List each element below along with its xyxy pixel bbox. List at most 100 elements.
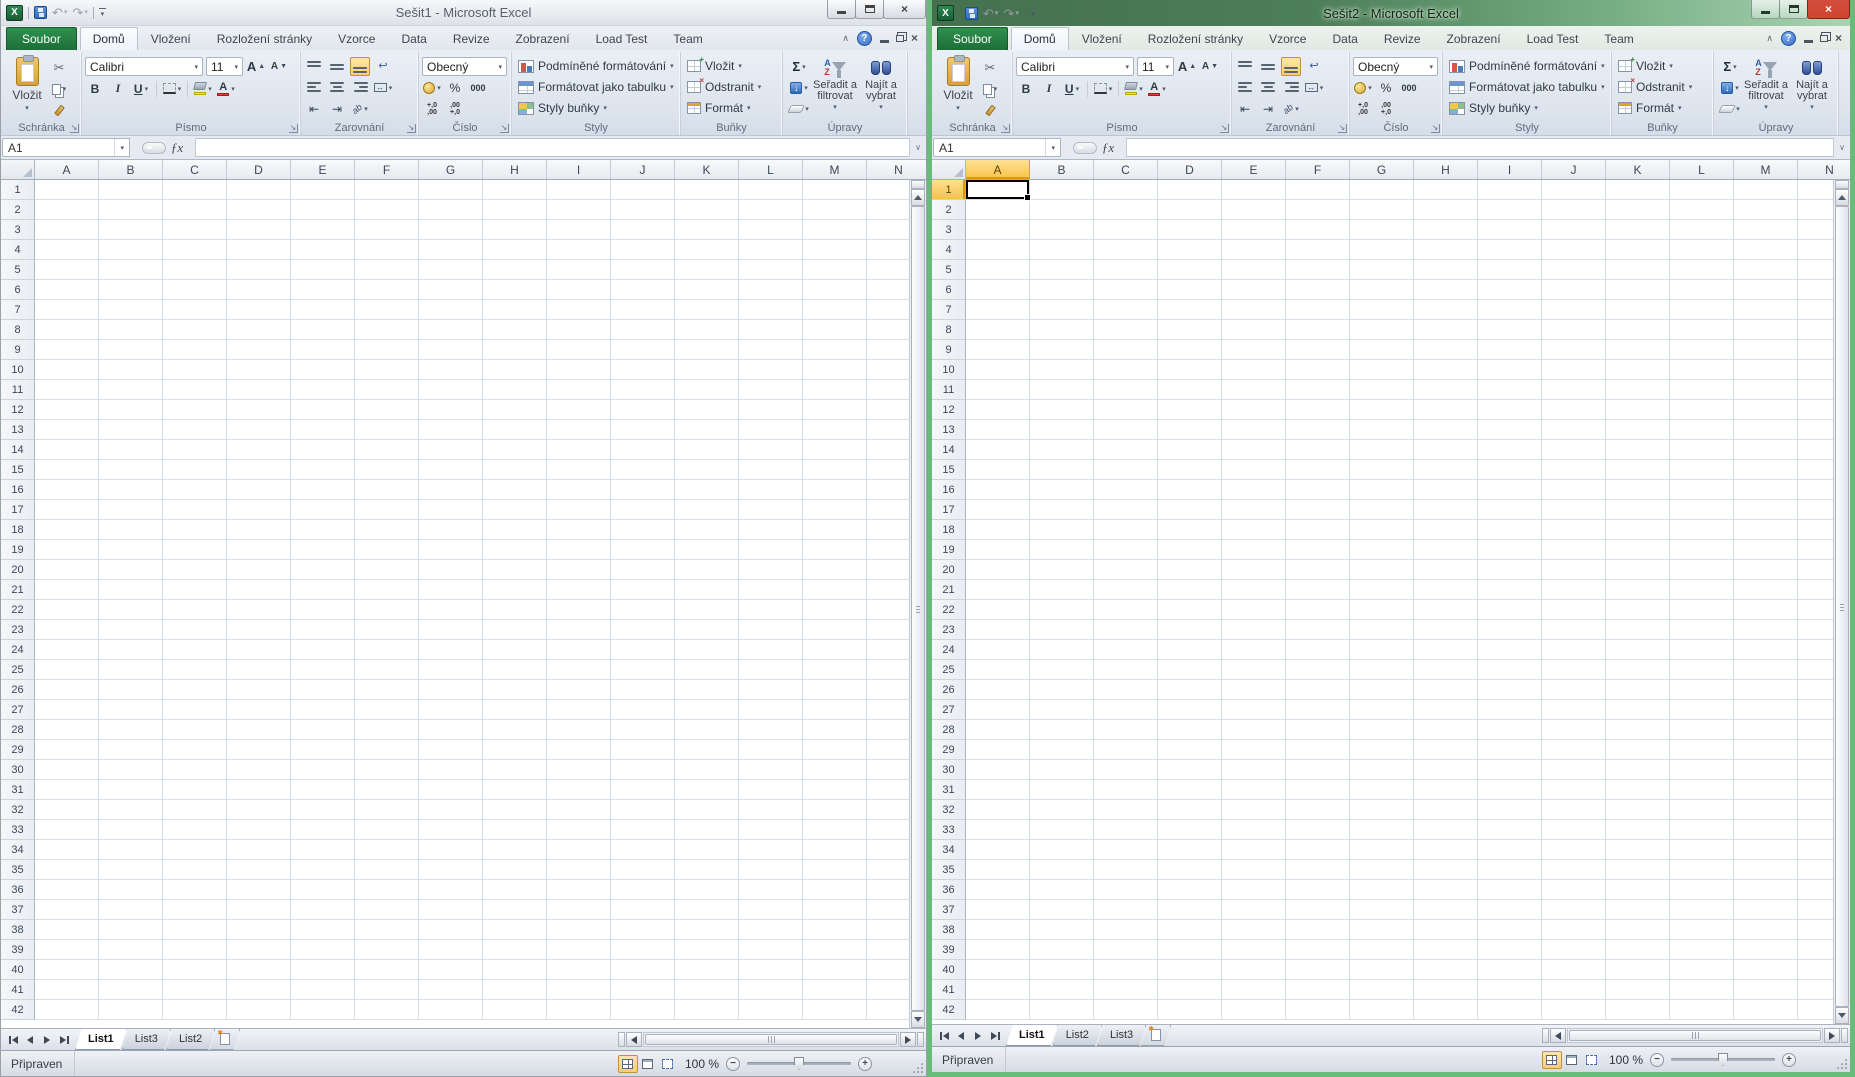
cell-K30[interactable] bbox=[1606, 760, 1670, 780]
cell-K31[interactable] bbox=[1606, 780, 1670, 800]
cell-D10[interactable] bbox=[227, 360, 291, 380]
cell-C33[interactable] bbox=[1094, 820, 1158, 840]
cell-D36[interactable] bbox=[1158, 880, 1222, 900]
cell-C22[interactable] bbox=[1094, 600, 1158, 620]
cell-F33[interactable] bbox=[1286, 820, 1350, 840]
cell-E8[interactable] bbox=[291, 320, 355, 340]
cell-I34[interactable] bbox=[547, 840, 611, 860]
cell-K40[interactable] bbox=[1606, 960, 1670, 980]
cell-H2[interactable] bbox=[1414, 200, 1478, 220]
cell-G7[interactable] bbox=[1350, 300, 1414, 320]
cell-M26[interactable] bbox=[1734, 680, 1798, 700]
cell-K26[interactable] bbox=[675, 680, 739, 700]
cell-E16[interactable] bbox=[1222, 480, 1286, 500]
cell-E7[interactable] bbox=[291, 300, 355, 320]
cell-A12[interactable] bbox=[966, 400, 1030, 420]
cell-C19[interactable] bbox=[163, 540, 227, 560]
title-bar[interactable]: ↶▾ ↷▾ ▾ Sešit1 - Microsoft Excel × bbox=[1, 0, 926, 26]
cell-J29[interactable] bbox=[1542, 740, 1606, 760]
cell-D26[interactable] bbox=[227, 680, 291, 700]
cell-E3[interactable] bbox=[291, 220, 355, 240]
cell-F23[interactable] bbox=[355, 620, 419, 640]
cell-M16[interactable] bbox=[803, 480, 867, 500]
row-header-7[interactable]: 7 bbox=[932, 300, 966, 320]
align-left-button[interactable] bbox=[1235, 78, 1255, 97]
cell-G27[interactable] bbox=[419, 700, 483, 720]
cell-A8[interactable] bbox=[35, 320, 99, 340]
cell-E20[interactable] bbox=[291, 560, 355, 580]
cell-H23[interactable] bbox=[1414, 620, 1478, 640]
cell-C9[interactable] bbox=[163, 340, 227, 360]
cell-H41[interactable] bbox=[1414, 980, 1478, 1000]
cell-B22[interactable] bbox=[99, 600, 163, 620]
cell-B41[interactable] bbox=[1030, 980, 1094, 1000]
cell-G16[interactable] bbox=[419, 480, 483, 500]
cell-H20[interactable] bbox=[483, 560, 547, 580]
cell-K6[interactable] bbox=[1606, 280, 1670, 300]
vertical-scroll-thumb[interactable] bbox=[911, 206, 925, 1011]
column-header-J[interactable]: J bbox=[1542, 160, 1606, 179]
cell-B21[interactable] bbox=[99, 580, 163, 600]
cell-J15[interactable] bbox=[1542, 460, 1606, 480]
cell-G41[interactable] bbox=[1350, 980, 1414, 1000]
cell-G6[interactable] bbox=[1350, 280, 1414, 300]
cell-B21[interactable] bbox=[1030, 580, 1094, 600]
cell-B13[interactable] bbox=[1030, 420, 1094, 440]
cell-A24[interactable] bbox=[35, 640, 99, 660]
delete-cells-button[interactable]: × Odstranit ▾ bbox=[1615, 77, 1710, 97]
cell-D11[interactable] bbox=[1158, 380, 1222, 400]
autosum-button[interactable]: Σ ▾ bbox=[786, 57, 812, 76]
cell-L31[interactable] bbox=[1670, 780, 1734, 800]
row-header-6[interactable]: 6 bbox=[932, 280, 966, 300]
cell-L26[interactable] bbox=[1670, 680, 1734, 700]
row-header-11[interactable]: 11 bbox=[932, 380, 966, 400]
cell-H27[interactable] bbox=[1414, 700, 1478, 720]
cell-I35[interactable] bbox=[1478, 860, 1542, 880]
cell-E16[interactable] bbox=[291, 480, 355, 500]
cell-I21[interactable] bbox=[1478, 580, 1542, 600]
row-header-40[interactable]: 40 bbox=[932, 960, 966, 980]
last-sheet-button[interactable] bbox=[57, 1033, 71, 1047]
cell-L6[interactable] bbox=[739, 280, 803, 300]
column-header-A[interactable]: A bbox=[966, 160, 1030, 179]
cell-K17[interactable] bbox=[675, 500, 739, 520]
cell-H9[interactable] bbox=[1414, 340, 1478, 360]
cell-B34[interactable] bbox=[99, 840, 163, 860]
cell-B32[interactable] bbox=[99, 800, 163, 820]
cell-G42[interactable] bbox=[419, 1000, 483, 1020]
column-header-G[interactable]: G bbox=[419, 160, 483, 179]
cell-A23[interactable] bbox=[35, 620, 99, 640]
cell-H6[interactable] bbox=[483, 280, 547, 300]
cell-K8[interactable] bbox=[1606, 320, 1670, 340]
cell-C20[interactable] bbox=[163, 560, 227, 580]
save-icon[interactable] bbox=[34, 6, 47, 19]
cell-F6[interactable] bbox=[355, 280, 419, 300]
row-header-30[interactable]: 30 bbox=[932, 760, 966, 780]
cell-K41[interactable] bbox=[675, 980, 739, 1000]
row-header-29[interactable]: 29 bbox=[1, 740, 35, 760]
cell-J16[interactable] bbox=[1542, 480, 1606, 500]
cell-F15[interactable] bbox=[355, 460, 419, 480]
cell-E27[interactable] bbox=[1222, 700, 1286, 720]
cell-E5[interactable] bbox=[1222, 260, 1286, 280]
cell-E3[interactable] bbox=[1222, 220, 1286, 240]
cell-K39[interactable] bbox=[1606, 940, 1670, 960]
cell-C37[interactable] bbox=[1094, 900, 1158, 920]
cell-M24[interactable] bbox=[1734, 640, 1798, 660]
cell-K25[interactable] bbox=[675, 660, 739, 680]
ribbon-tab-domů[interactable]: Domů bbox=[79, 27, 138, 50]
cell-H16[interactable] bbox=[1414, 480, 1478, 500]
cell-A32[interactable] bbox=[966, 800, 1030, 820]
cell-K27[interactable] bbox=[675, 700, 739, 720]
cell-E14[interactable] bbox=[1222, 440, 1286, 460]
cell-H36[interactable] bbox=[1414, 880, 1478, 900]
horizontal-scroll-thumb[interactable] bbox=[1569, 1030, 1821, 1041]
cell-K5[interactable] bbox=[1606, 260, 1670, 280]
cell-B7[interactable] bbox=[99, 300, 163, 320]
sort-filter-button[interactable]: AZ Seřadit a filtrovat ▾ bbox=[1743, 54, 1789, 120]
percent-button[interactable]: % bbox=[1376, 78, 1396, 97]
cell-F5[interactable] bbox=[355, 260, 419, 280]
cell-A36[interactable] bbox=[966, 880, 1030, 900]
cell-F30[interactable] bbox=[1286, 760, 1350, 780]
ribbon-tab-team[interactable]: Team bbox=[1591, 27, 1646, 50]
